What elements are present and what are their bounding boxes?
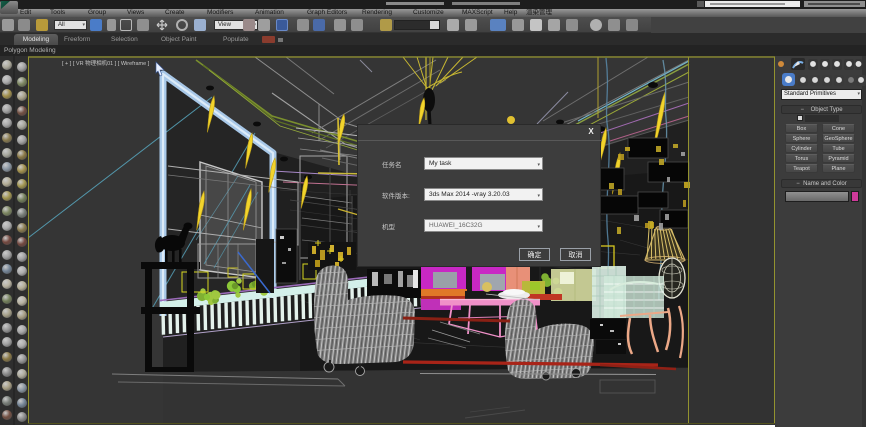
svg-text:[ + ] [ VR 物理相机01 ] [ Wirefram: [ + ] [ VR 物理相机01 ] [ Wireframe ] bbox=[62, 59, 150, 67]
